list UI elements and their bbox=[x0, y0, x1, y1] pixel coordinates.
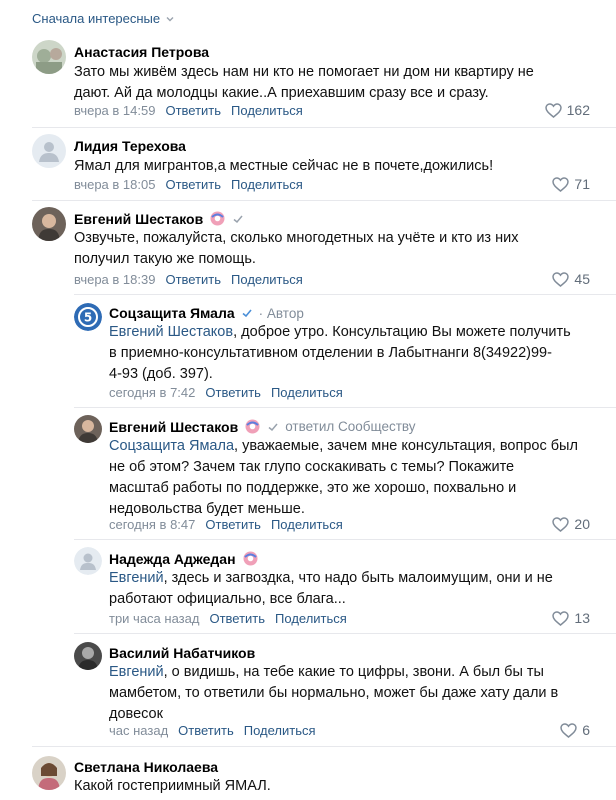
avatar[interactable]: 5 bbox=[74, 303, 102, 331]
avatar[interactable] bbox=[32, 207, 66, 241]
divider bbox=[32, 127, 616, 128]
avatar[interactable] bbox=[32, 134, 66, 168]
like-count: 162 bbox=[566, 102, 590, 118]
like-count: 45 bbox=[574, 271, 590, 287]
share-button[interactable]: Поделиться bbox=[231, 103, 303, 118]
like-button[interactable]: 20 bbox=[552, 516, 590, 532]
comment-footer: час назад Ответить Поделиться bbox=[109, 723, 316, 738]
reply-button[interactable]: Ответить bbox=[209, 611, 265, 626]
heart-icon bbox=[552, 610, 570, 626]
comment-author[interactable]: Лидия Терехова bbox=[74, 138, 186, 154]
comment-text: Ямал для мигрантов,а местные сейчас не в… bbox=[74, 158, 494, 174]
heart-icon bbox=[552, 271, 570, 287]
divider bbox=[74, 294, 616, 295]
donut-badge-icon bbox=[210, 211, 225, 226]
timestamp[interactable]: вчера в 14:59 bbox=[74, 103, 155, 118]
timestamp[interactable]: час назад bbox=[109, 723, 168, 738]
like-count: 13 bbox=[574, 610, 590, 626]
donut-badge-icon bbox=[245, 419, 260, 434]
comment-footer: вчера в 18:05 Ответить Поделиться bbox=[74, 177, 303, 192]
timestamp[interactable]: сегодня в 7:42 bbox=[109, 385, 195, 400]
comment-text: Евгений Шестаков, доброе утро. Консульта… bbox=[109, 324, 571, 382]
like-count: 20 bbox=[574, 516, 590, 532]
timestamp[interactable]: три часа назад bbox=[109, 611, 199, 626]
author-tag: · Автор bbox=[258, 305, 304, 321]
svg-text:5: 5 bbox=[84, 311, 92, 325]
checkmark-icon bbox=[268, 423, 278, 431]
donut-badge-icon bbox=[243, 551, 258, 566]
divider bbox=[74, 407, 616, 408]
comment-footer: сегодня в 8:47 Ответить Поделиться bbox=[109, 517, 343, 532]
share-button[interactable]: Поделиться bbox=[275, 611, 347, 626]
divider bbox=[32, 200, 616, 201]
comment-author[interactable]: Соцзащита Ямала · Автор bbox=[109, 305, 304, 321]
comment-author[interactable]: Надежда Аджедан bbox=[109, 550, 259, 567]
comment-text: Евгений, о видишь, на тебе какие то цифр… bbox=[109, 664, 559, 722]
like-button[interactable]: 6 bbox=[560, 722, 590, 738]
mention-link[interactable]: Соцзащита Ямала bbox=[109, 438, 234, 454]
sort-dropdown[interactable]: Сначала интересные bbox=[32, 11, 175, 26]
comment-author[interactable]: Светлана Николаева bbox=[74, 759, 218, 775]
like-button[interactable]: 13 bbox=[552, 610, 590, 626]
heart-icon bbox=[560, 722, 577, 738]
divider bbox=[32, 746, 616, 747]
like-button[interactable]: 162 bbox=[544, 102, 590, 118]
divider bbox=[74, 633, 616, 634]
timestamp[interactable]: вчера в 18:39 bbox=[74, 272, 155, 287]
comment-text: Озвучьте, пожалуйста, сколько многодетны… bbox=[74, 230, 519, 267]
share-button[interactable]: Поделиться bbox=[244, 723, 316, 738]
divider bbox=[74, 539, 616, 540]
checkmark-icon bbox=[242, 309, 252, 318]
like-count: 71 bbox=[574, 176, 590, 192]
mention-link[interactable]: Евгений bbox=[109, 664, 164, 680]
comment-footer: три часа назад Ответить Поделиться bbox=[109, 611, 347, 626]
timestamp[interactable]: сегодня в 8:47 bbox=[109, 517, 195, 532]
mention-link[interactable]: Евгений Шестаков bbox=[109, 324, 233, 340]
comment-footer: вчера в 18:39 Ответить Поделиться bbox=[74, 272, 303, 287]
avatar[interactable] bbox=[74, 547, 102, 575]
avatar[interactable] bbox=[74, 415, 102, 443]
reply-button[interactable]: Ответить bbox=[178, 723, 234, 738]
like-button[interactable]: 71 bbox=[552, 176, 590, 192]
heart-icon bbox=[552, 176, 570, 192]
comment-footer: сегодня в 7:42 Ответить Поделиться bbox=[109, 385, 343, 400]
share-button[interactable]: Поделиться bbox=[271, 517, 343, 532]
avatar[interactable] bbox=[74, 642, 102, 670]
reply-to-label[interactable]: ответил Сообществу bbox=[285, 419, 415, 434]
like-count: 6 bbox=[582, 722, 590, 738]
share-button[interactable]: Поделиться bbox=[231, 272, 303, 287]
comment-author[interactable]: Евгений Шестаков bbox=[74, 210, 244, 227]
comment-text: Евгений, здесь и загвоздка, что надо быт… bbox=[109, 570, 553, 607]
heart-icon bbox=[552, 516, 570, 532]
comment-text: Соцзащита Ямала, уважаемые, зачем мне ко… bbox=[109, 438, 578, 517]
comment-text: Зато мы живём здесь нам ни кто не помога… bbox=[74, 64, 534, 101]
comment-author[interactable]: Евгений Шестаков ответил Сообществу bbox=[109, 418, 416, 435]
timestamp[interactable]: вчера в 18:05 bbox=[74, 177, 155, 192]
share-button[interactable]: Поделиться bbox=[231, 177, 303, 192]
reply-button[interactable]: Ответить bbox=[205, 517, 261, 532]
checkmark-icon bbox=[233, 215, 243, 223]
reply-button[interactable]: Ответить bbox=[165, 272, 221, 287]
comment-author[interactable]: Анастасия Петрова bbox=[74, 44, 209, 60]
comment-text: Какой гостеприимный ЯМАЛ. bbox=[74, 778, 271, 794]
mention-link[interactable]: Евгений bbox=[109, 570, 164, 586]
share-button[interactable]: Поделиться bbox=[271, 385, 343, 400]
avatar[interactable] bbox=[32, 756, 66, 790]
sort-label: Сначала интересные bbox=[32, 11, 161, 26]
reply-button[interactable]: Ответить bbox=[165, 103, 221, 118]
avatar[interactable] bbox=[32, 40, 66, 74]
chevron-down-icon bbox=[166, 16, 174, 21]
comment-author[interactable]: Василий Набатчиков bbox=[109, 645, 255, 661]
like-button[interactable]: 45 bbox=[552, 271, 590, 287]
reply-button[interactable]: Ответить bbox=[165, 177, 221, 192]
heart-icon bbox=[544, 102, 562, 118]
comment-footer: вчера в 14:59 Ответить Поделиться bbox=[74, 103, 303, 118]
reply-button[interactable]: Ответить bbox=[205, 385, 261, 400]
